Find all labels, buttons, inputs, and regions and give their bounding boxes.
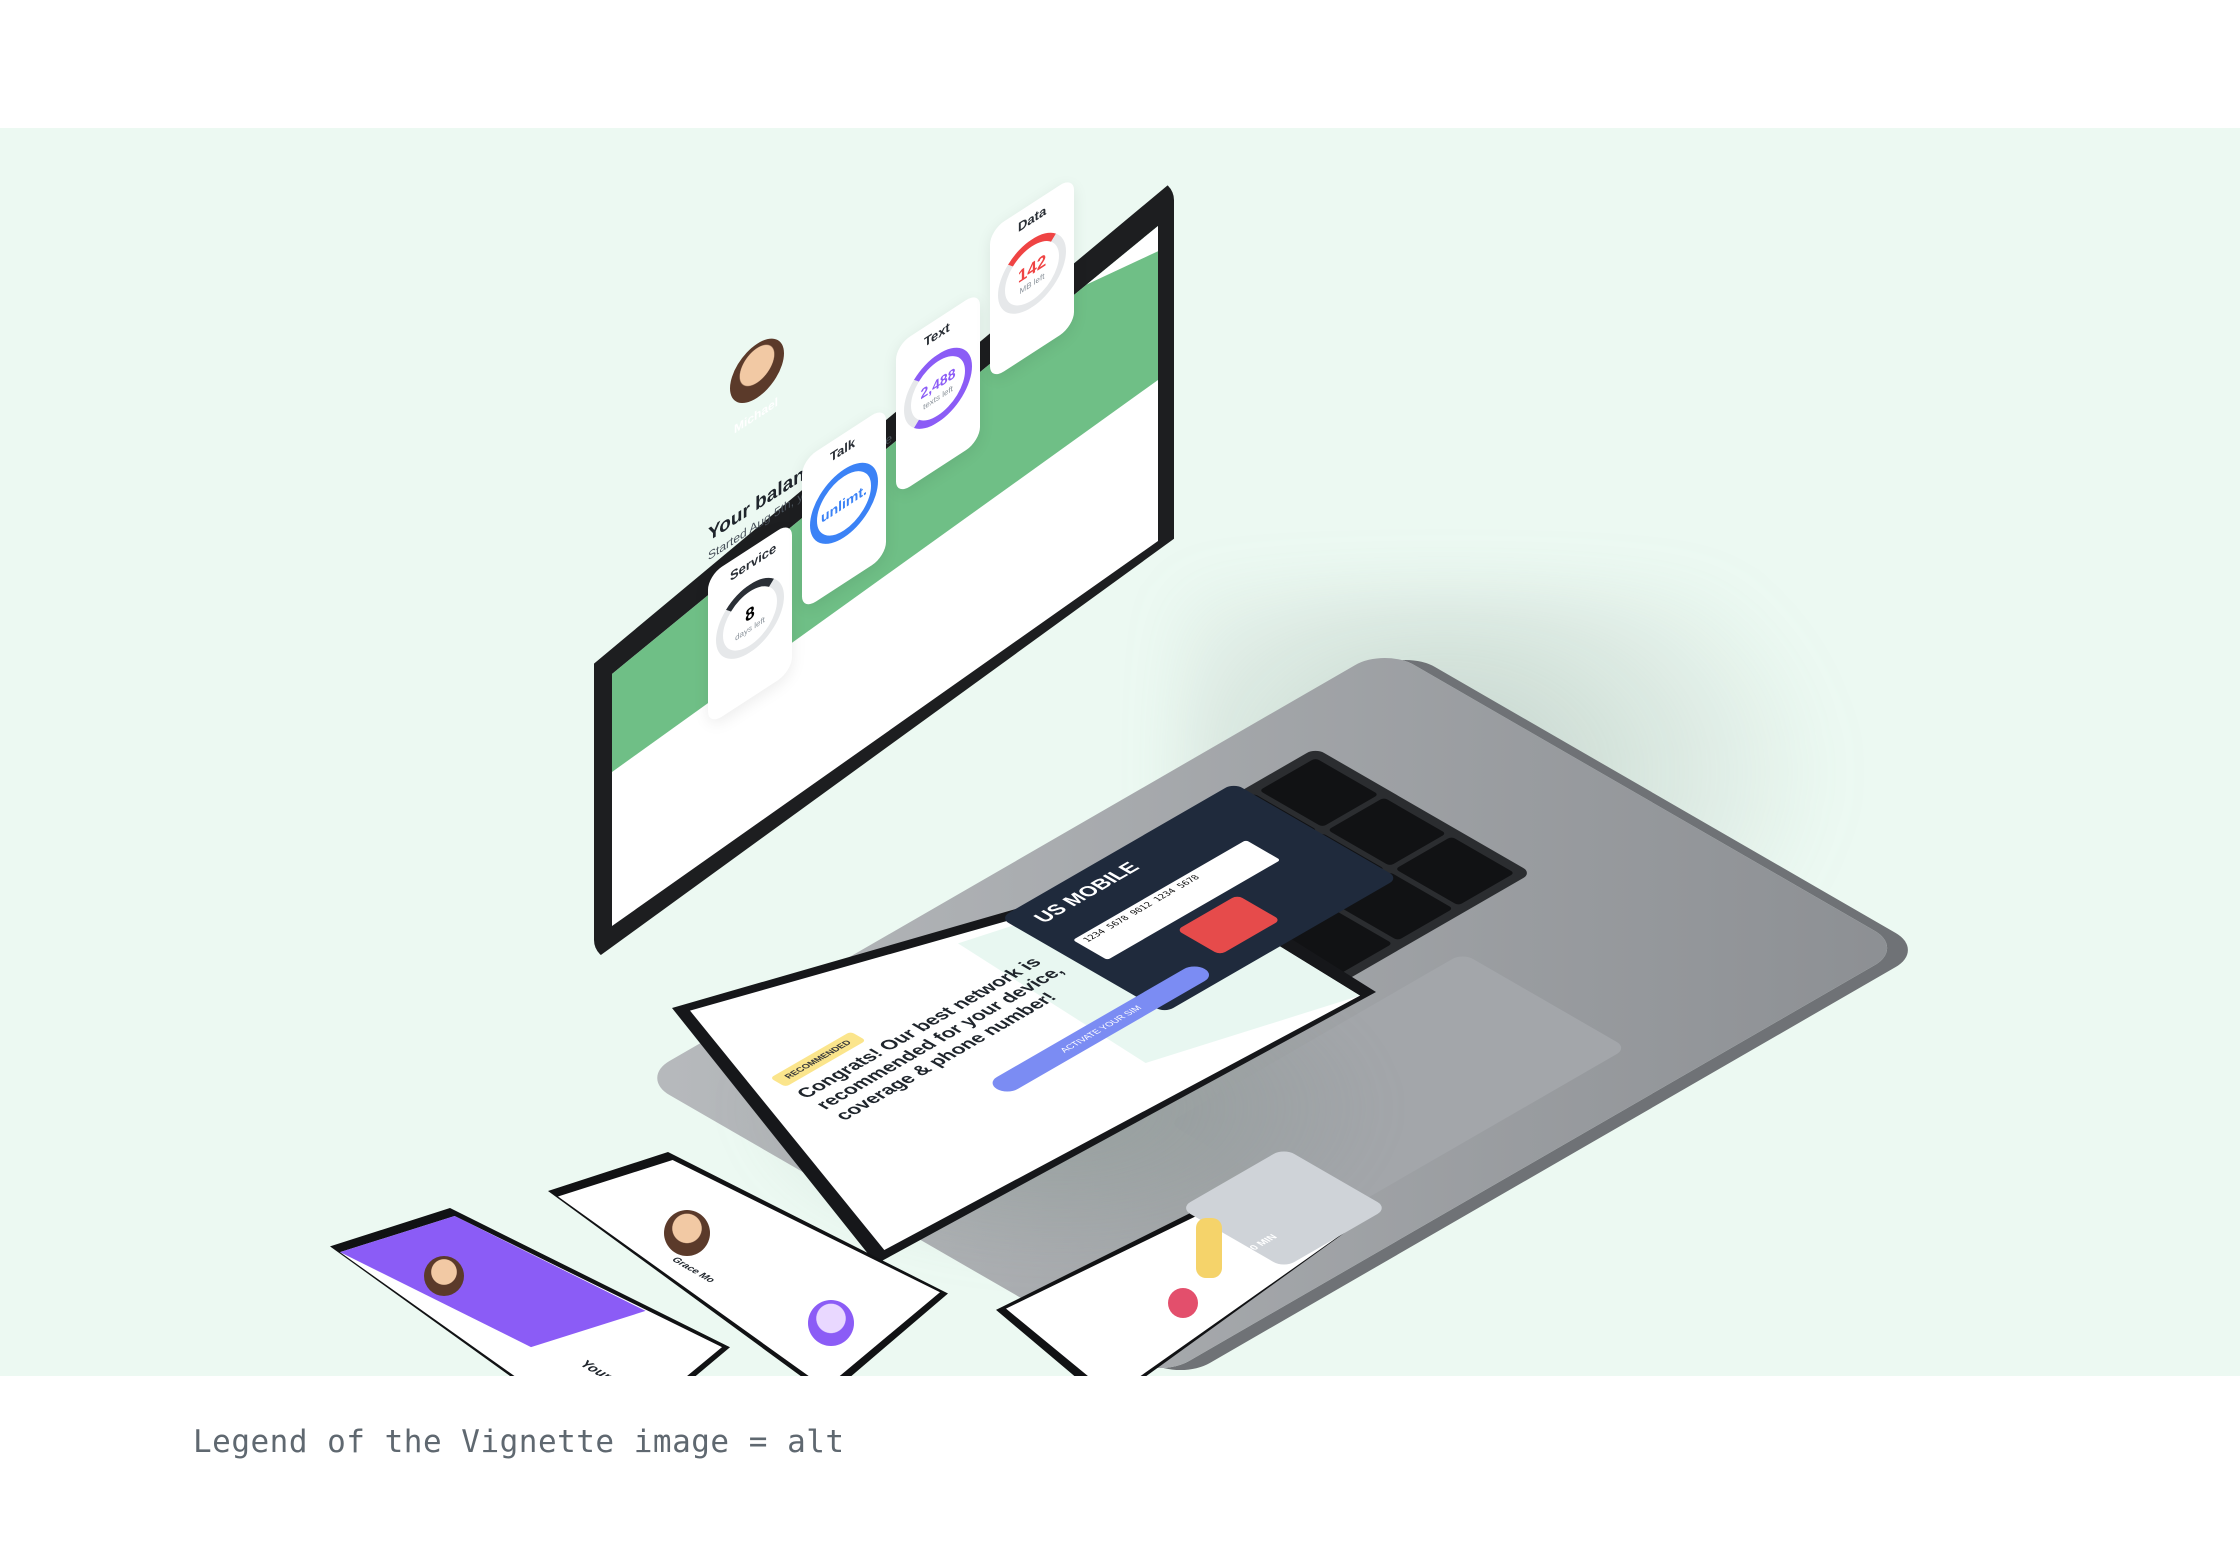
talk-value: unlimt. [821,480,867,527]
text-card[interactable]: Text 2,488 texts left [896,291,980,496]
text-ring: 2,488 texts left [904,332,972,445]
phone-left-avatar [424,1256,464,1296]
phone-middle-avatar-2 [808,1300,854,1346]
talk-label: Talk [830,434,856,466]
illustration-person [1196,1218,1222,1278]
illustration-person-2 [1168,1288,1198,1318]
device-mockup-stage: Your balance Started Aug 5th, your curre… [0,128,2240,1376]
text-label: Text [924,318,950,351]
data-card[interactable]: Data 142 MB left [990,175,1074,381]
image-legend: Legend of the Vignette image = alt [193,1424,845,1460]
data-label: Data [1018,202,1047,236]
phone-middle-avatar [664,1210,710,1256]
data-ring: 142 MB left [998,217,1066,330]
talk-card[interactable]: Talk unlimt. [802,406,886,611]
talk-ring: unlimt. [810,447,878,560]
vignette-image: Your balance Started Aug 5th, your curre… [0,128,2240,1376]
service-ring: 8 days left [716,562,784,675]
